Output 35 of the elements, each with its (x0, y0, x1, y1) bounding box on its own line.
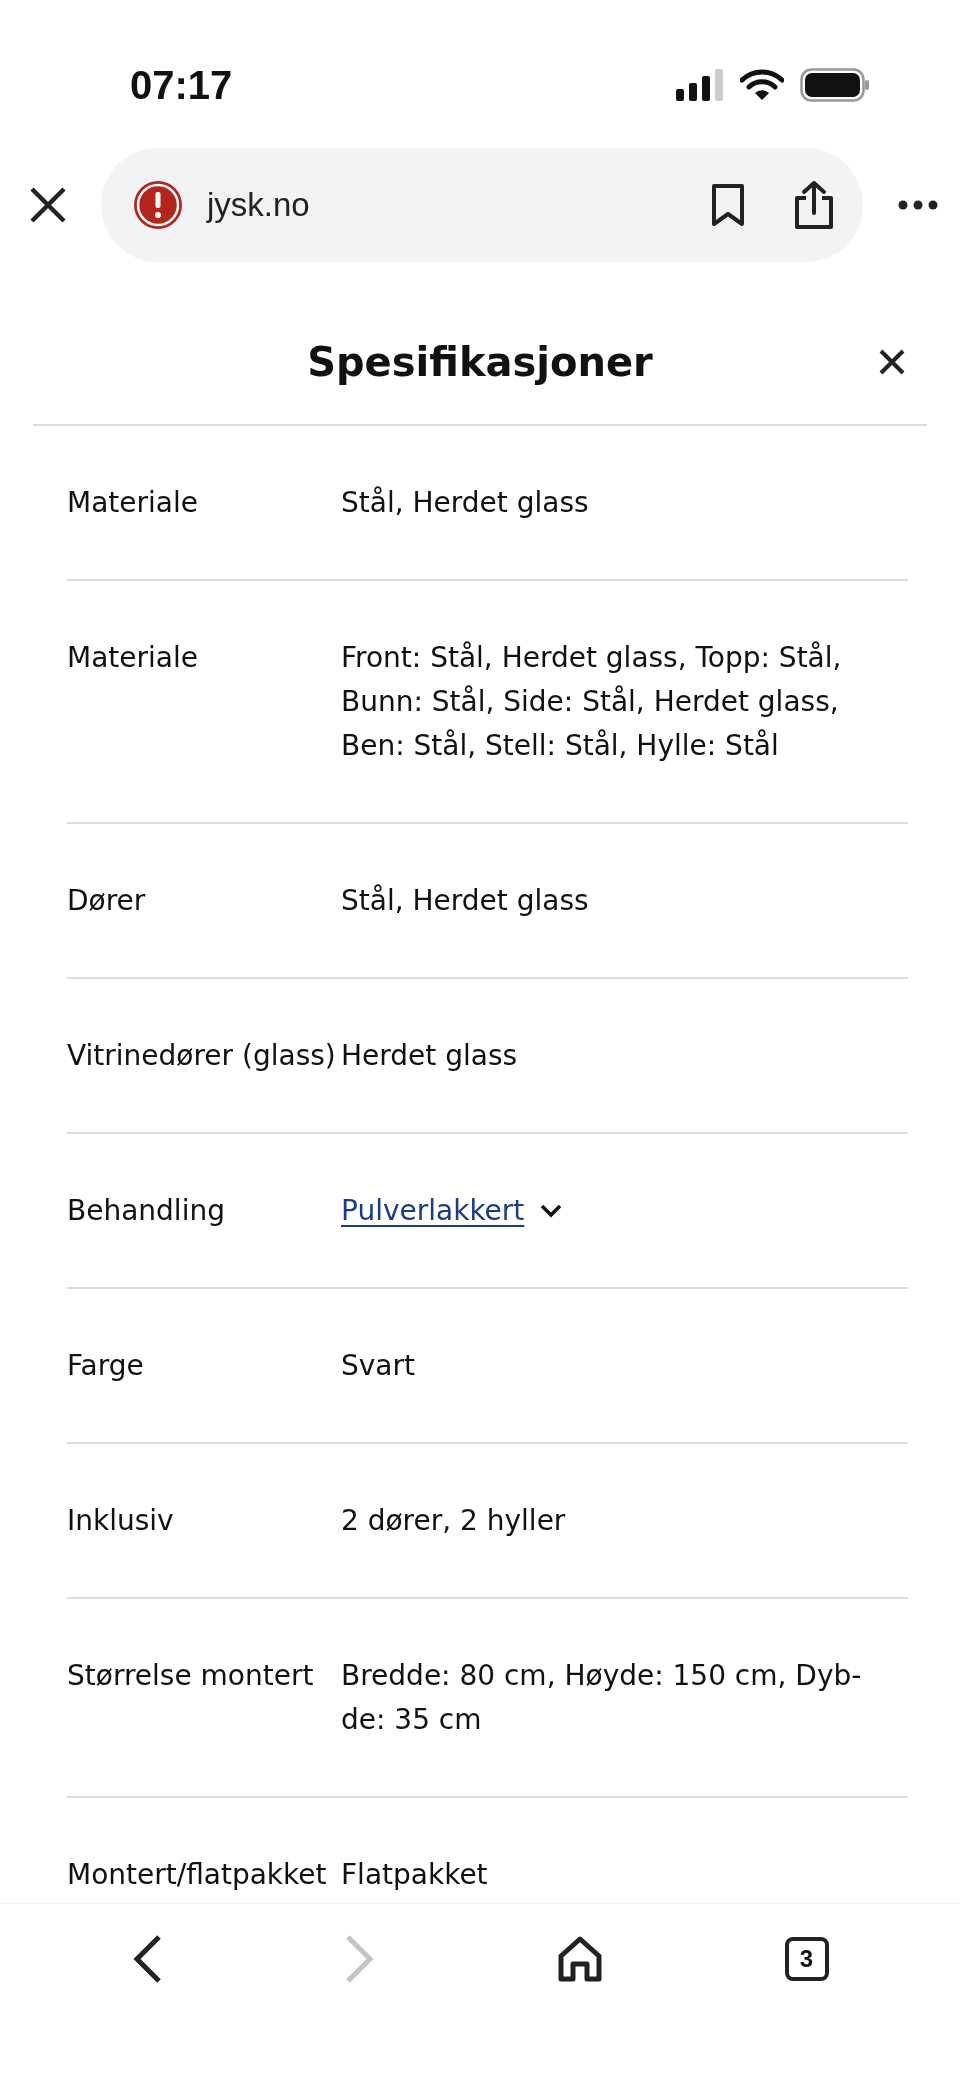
battery-icon (800, 68, 870, 102)
bookmark-icon[interactable] (711, 183, 745, 227)
share-icon[interactable] (793, 180, 835, 230)
signal-icon (676, 69, 724, 101)
chevron-icon[interactable] (540, 1204, 563, 1218)
panel-title: Spesifikasjoner (307, 338, 653, 387)
wifi-icon (740, 69, 784, 101)
spec-label: Montert/flatpakket (67, 1857, 328, 1893)
spec-value: Stål, Herdet glass (341, 485, 589, 521)
spec-link[interactable]: Pulverlakkert (341, 1189, 525, 1233)
spec-value: Front: Stål, Herdet glass, Topp: Stål, Bunn: Stål, Side: Stål, Herdet glass, Ben: Stål, Stell: Stål, Hylle: Stål (341, 640, 842, 764)
spec-label: Vitrinedører (glass) (67, 1038, 337, 1074)
tabs-button[interactable]: 3 (784, 1937, 829, 1981)
close-icon[interactable] (879, 349, 905, 375)
warning-icon (133, 180, 183, 230)
spec-value: Herdet glass (341, 1038, 518, 1074)
home-icon[interactable] (557, 1936, 602, 1982)
spec-label: Materiale (67, 485, 199, 521)
spec-label: Farge (67, 1348, 145, 1384)
close-icon[interactable] (30, 187, 66, 223)
spec-label: Størrelse montert (67, 1658, 315, 1694)
spec-label: Inklusiv (67, 1503, 175, 1539)
spec-value: Bredde: 80 cm, Høyde: 150 cm, Dyb- de: 35 cm (341, 1658, 862, 1738)
spec-value: Svart (341, 1348, 415, 1384)
spec-label: Materiale (67, 640, 199, 676)
address-bar[interactable]: jysk.no (101, 148, 863, 262)
spec-label: Behandling (67, 1193, 226, 1229)
url-text: jysk.no (207, 185, 311, 226)
spec-value: Flatpakket (341, 1857, 488, 1893)
spec-label: Dører (67, 883, 147, 919)
spec-value: Stål, Herdet glass (341, 883, 589, 919)
status-time: 07:17 (130, 65, 233, 105)
more-icon[interactable] (898, 200, 938, 210)
back-icon[interactable] (131, 1934, 162, 1984)
spec-value: 2 dører, 2 hyller (341, 1503, 566, 1539)
